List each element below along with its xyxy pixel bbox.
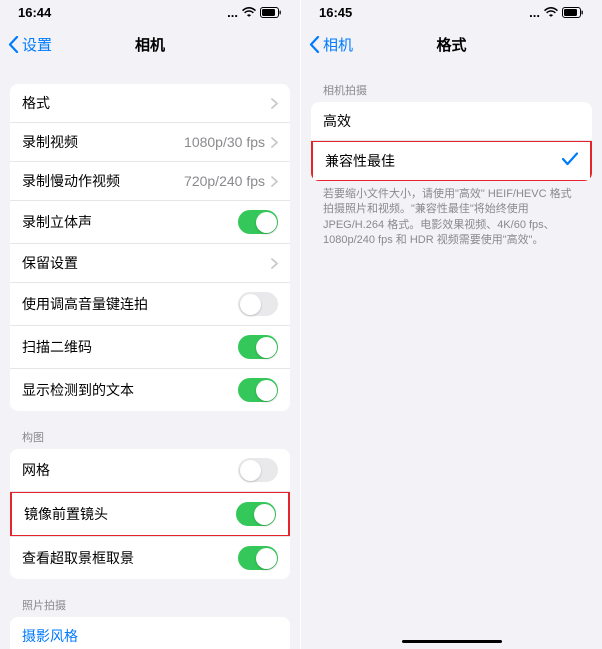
toggle-mirror-front[interactable] <box>236 502 276 526</box>
checkmark-icon <box>562 152 578 171</box>
group-main: 格式 录制视频 1080p/30 fps 录制慢动作视频 720p/240 fp… <box>10 84 290 411</box>
wifi-icon <box>544 7 558 17</box>
nav-bar: 设置 相机 <box>0 24 300 64</box>
row-most-compatible[interactable]: 兼容性最佳 <box>313 142 590 180</box>
phone-formats: 16:45 ... 相机 格式 相机拍摄 高效 兼容性最佳 若要缩小文件大 <box>301 0 602 649</box>
back-label: 设置 <box>22 34 52 55</box>
nav-title: 相机 <box>135 34 165 55</box>
row-record-video[interactable]: 录制视频 1080p/30 fps <box>10 123 290 162</box>
cellular-icon: ... <box>227 5 238 20</box>
chevron-right-icon <box>271 258 278 269</box>
cellular-icon: ... <box>529 5 540 20</box>
row-detect-text: 显示检测到的文本 <box>10 369 290 411</box>
chevron-right-icon <box>271 98 278 109</box>
status-icons: ... <box>227 5 282 20</box>
content: 格式 录制视频 1080p/30 fps 录制慢动作视频 720p/240 fp… <box>0 84 300 649</box>
row-high-efficiency[interactable]: 高效 <box>311 102 592 141</box>
row-label: 格式 <box>22 93 50 113</box>
section-header-composition: 构图 <box>10 411 290 449</box>
row-label: 录制视频 <box>22 132 78 152</box>
back-button[interactable]: 设置 <box>0 34 52 55</box>
row-label: 显示检测到的文本 <box>22 380 134 400</box>
group-photo-capture: 摄影风格 <box>10 617 290 649</box>
nav-title: 格式 <box>436 34 466 55</box>
toggle-scan-qr[interactable] <box>238 335 278 359</box>
back-button[interactable]: 相机 <box>301 34 353 55</box>
toggle-view-outside-frame[interactable] <box>238 546 278 570</box>
battery-icon <box>260 7 282 18</box>
footer-formats: 若要缩小文件大小，请使用"高效" HEIF/HEVC 格式拍摄照片和视频。"兼容… <box>311 181 592 253</box>
row-label: 摄影风格 <box>22 626 78 646</box>
row-label: 兼容性最佳 <box>325 151 395 171</box>
status-time: 16:45 <box>319 5 352 20</box>
home-indicator[interactable] <box>402 640 502 644</box>
row-grid: 网格 <box>10 449 290 492</box>
chevron-right-icon <box>271 137 278 148</box>
row-stereo: 录制立体声 <box>10 201 290 244</box>
status-bar: 16:45 ... <box>301 0 602 24</box>
row-preserve-settings[interactable]: 保留设置 <box>10 244 290 283</box>
highlight-most-compatible: 兼容性最佳 <box>311 140 592 181</box>
status-time: 16:44 <box>18 5 51 20</box>
group-composition: 网格 镜像前置镜头 查看超取景框取景 <box>10 449 290 579</box>
row-label: 录制立体声 <box>22 212 92 232</box>
row-detail: 1080p/30 fps <box>184 134 278 150</box>
section-header-camera-capture: 相机拍摄 <box>311 64 592 102</box>
row-label: 网格 <box>22 460 50 480</box>
nav-bar: 相机 格式 <box>301 24 602 64</box>
chevron-left-icon <box>309 36 320 53</box>
row-label: 查看超取景框取景 <box>22 548 134 568</box>
row-view-outside-frame: 查看超取景框取景 <box>10 536 290 579</box>
row-scan-qr: 扫描二维码 <box>10 326 290 369</box>
section-header-photo-capture: 照片拍摄 <box>10 579 290 617</box>
toggle-volume-burst[interactable] <box>238 292 278 316</box>
status-bar: 16:44 ... <box>0 0 300 24</box>
row-volume-burst: 使用调高音量键连拍 <box>10 283 290 326</box>
toggle-stereo[interactable] <box>238 210 278 234</box>
back-label: 相机 <box>323 34 353 55</box>
row-label: 镜像前置镜头 <box>24 504 108 524</box>
row-photo-styles[interactable]: 摄影风格 <box>10 617 290 649</box>
toggle-detect-text[interactable] <box>238 378 278 402</box>
row-formats[interactable]: 格式 <box>10 84 290 123</box>
group-formats: 高效 兼容性最佳 <box>311 102 592 181</box>
row-label: 录制慢动作视频 <box>22 171 120 191</box>
chevron-left-icon <box>8 36 19 53</box>
toggle-grid[interactable] <box>238 458 278 482</box>
battery-icon <box>562 7 584 18</box>
row-detail: 720p/240 fps <box>184 173 278 189</box>
phone-camera-settings: 16:44 ... 设置 相机 格式 录制视频 1080p/30 fps 录制慢… <box>0 0 301 649</box>
row-label: 使用调高音量键连拍 <box>22 294 148 314</box>
row-record-slomo[interactable]: 录制慢动作视频 720p/240 fps <box>10 162 290 201</box>
wifi-icon <box>242 7 256 17</box>
row-label: 扫描二维码 <box>22 337 92 357</box>
status-icons: ... <box>529 5 584 20</box>
highlight-mirror-front: 镜像前置镜头 <box>10 491 290 537</box>
content: 相机拍摄 高效 兼容性最佳 若要缩小文件大小，请使用"高效" HEIF/HEVC… <box>301 64 602 253</box>
row-label: 高效 <box>323 111 351 131</box>
row-mirror-front: 镜像前置镜头 <box>12 493 288 535</box>
chevron-right-icon <box>271 176 278 187</box>
row-label: 保留设置 <box>22 253 78 273</box>
